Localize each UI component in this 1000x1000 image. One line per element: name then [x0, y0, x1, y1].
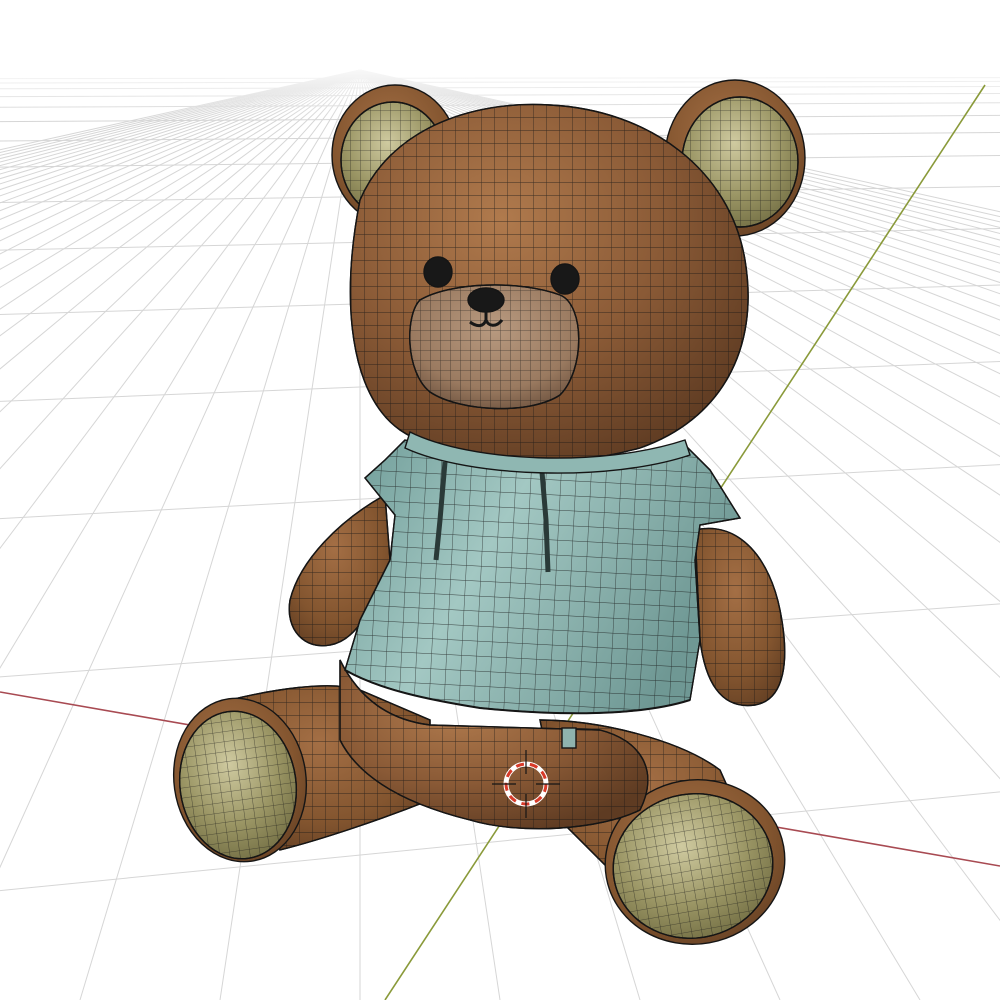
right-eye [550, 263, 580, 295]
hoodie-shirt[interactable] [344, 439, 742, 749]
right-arm[interactable] [694, 527, 786, 707]
viewport-canvas[interactable] [0, 0, 1000, 1000]
nose [467, 287, 505, 313]
head[interactable] [349, 103, 749, 474]
grid-line [79, 69, 361, 1000]
left-eye [423, 256, 453, 288]
shirt-tag [561, 727, 577, 749]
3d-viewport[interactable] [0, 0, 1000, 1000]
teddy-bear-mesh[interactable] [163, 79, 806, 958]
